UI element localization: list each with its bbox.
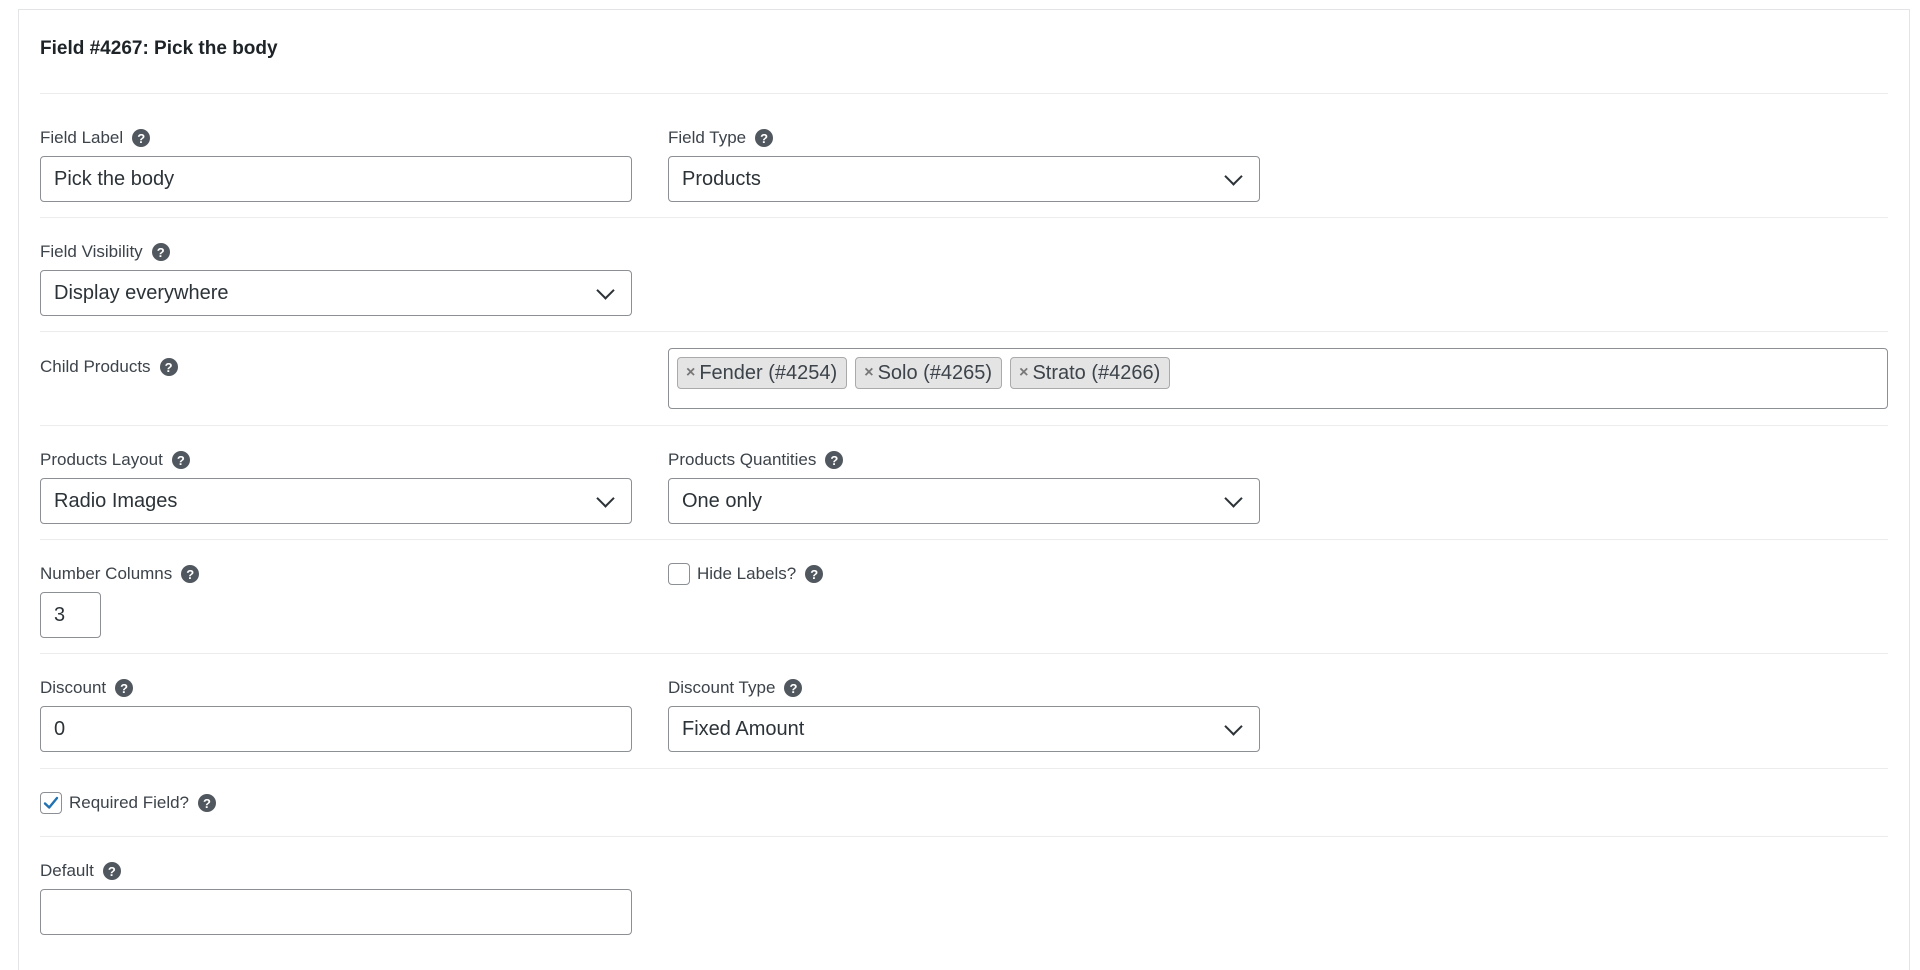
divider	[40, 539, 1888, 540]
chevron-down-icon	[1224, 166, 1243, 186]
products-quantities-label: Products Quantities ?	[668, 449, 844, 471]
products-layout-value: Radio Images	[54, 489, 178, 512]
products-layout-label: Products Layout ?	[40, 449, 190, 471]
products-quantities-text: Products Quantities	[668, 450, 817, 469]
divider	[40, 653, 1888, 654]
hide-labels-checkbox[interactable]	[668, 563, 690, 585]
child-products-multiselect[interactable]: × Fender (#4254) × Solo (#4265) × Strato…	[668, 348, 1888, 409]
products-layout-select[interactable]: Radio Images	[40, 478, 632, 524]
divider	[40, 331, 1888, 332]
field-label-label: Field Label ?	[40, 127, 151, 149]
chevron-down-icon	[596, 488, 615, 508]
field-type-text: Field Type	[668, 128, 747, 147]
discount-type-text: Discount Type	[668, 678, 776, 697]
divider	[40, 836, 1888, 837]
discount-input[interactable]	[40, 706, 632, 752]
default-text: Default	[40, 861, 94, 880]
field-title: Field #4267: Pick the body	[40, 38, 278, 59]
remove-tag-icon[interactable]: ×	[1019, 364, 1028, 382]
help-icon[interactable]: ?	[132, 129, 151, 147]
field-label-input[interactable]	[40, 156, 632, 202]
required-field-text: Required Field?	[69, 793, 190, 812]
checkmark-icon	[43, 796, 59, 809]
help-icon[interactable]: ?	[784, 679, 803, 697]
required-field-checkbox[interactable]	[40, 792, 62, 814]
default-label: Default ?	[40, 860, 121, 882]
product-tag-label: Fender (#4254)	[699, 361, 838, 384]
help-icon[interactable]: ?	[115, 679, 134, 697]
help-icon[interactable]: ?	[102, 862, 121, 880]
product-tag: × Solo (#4265)	[855, 357, 1003, 389]
field-visibility-text: Field Visibility	[40, 242, 143, 261]
field-type-label: Field Type ?	[668, 127, 774, 149]
remove-tag-icon[interactable]: ×	[686, 364, 695, 382]
products-layout-text: Products Layout	[40, 450, 163, 469]
chevron-down-icon	[1224, 488, 1243, 508]
help-icon[interactable]: ?	[159, 358, 178, 376]
number-columns-input[interactable]	[40, 592, 101, 638]
field-type-select[interactable]: Products	[668, 156, 1260, 202]
help-icon[interactable]: ?	[805, 565, 824, 583]
product-tag-label: Strato (#4266)	[1032, 361, 1161, 384]
number-columns-label: Number Columns ?	[40, 563, 200, 585]
product-tag: × Fender (#4254)	[677, 357, 848, 389]
hide-labels-row: Hide Labels? ?	[668, 563, 824, 585]
divider	[40, 93, 1888, 94]
required-field-row: Required Field? ?	[40, 792, 217, 814]
chevron-down-icon	[1224, 716, 1243, 736]
field-type-value: Products	[682, 167, 761, 190]
help-icon[interactable]: ?	[755, 129, 774, 147]
chevron-down-icon	[596, 280, 615, 300]
hide-labels-text: Hide Labels?	[697, 564, 797, 583]
product-tag: × Strato (#4266)	[1010, 357, 1171, 389]
help-icon[interactable]: ?	[825, 451, 844, 469]
discount-text: Discount	[40, 678, 107, 697]
number-columns-text: Number Columns	[40, 564, 173, 583]
discount-type-value: Fixed Amount	[682, 717, 805, 740]
discount-label: Discount ?	[40, 677, 134, 699]
product-tag-label: Solo (#4265)	[877, 361, 993, 384]
products-quantities-select[interactable]: One only	[668, 478, 1260, 524]
divider	[40, 768, 1888, 769]
help-icon[interactable]: ?	[151, 243, 170, 261]
help-icon[interactable]: ?	[198, 794, 217, 812]
divider	[40, 217, 1888, 218]
default-input[interactable]	[40, 889, 632, 935]
child-products-label: Child Products ?	[40, 356, 178, 378]
help-icon[interactable]: ?	[171, 451, 190, 469]
field-label-text: Field Label	[40, 128, 124, 147]
discount-type-select[interactable]: Fixed Amount	[668, 706, 1260, 752]
field-visibility-select[interactable]: Display everywhere	[40, 270, 632, 316]
products-quantities-value: One only	[682, 489, 763, 512]
help-icon[interactable]: ?	[181, 565, 200, 583]
divider	[40, 425, 1888, 426]
discount-type-label: Discount Type ?	[668, 677, 803, 699]
field-visibility-label: Field Visibility ?	[40, 241, 170, 263]
child-products-text: Child Products	[40, 357, 151, 376]
remove-tag-icon[interactable]: ×	[864, 364, 873, 382]
field-visibility-value: Display everywhere	[54, 281, 229, 304]
